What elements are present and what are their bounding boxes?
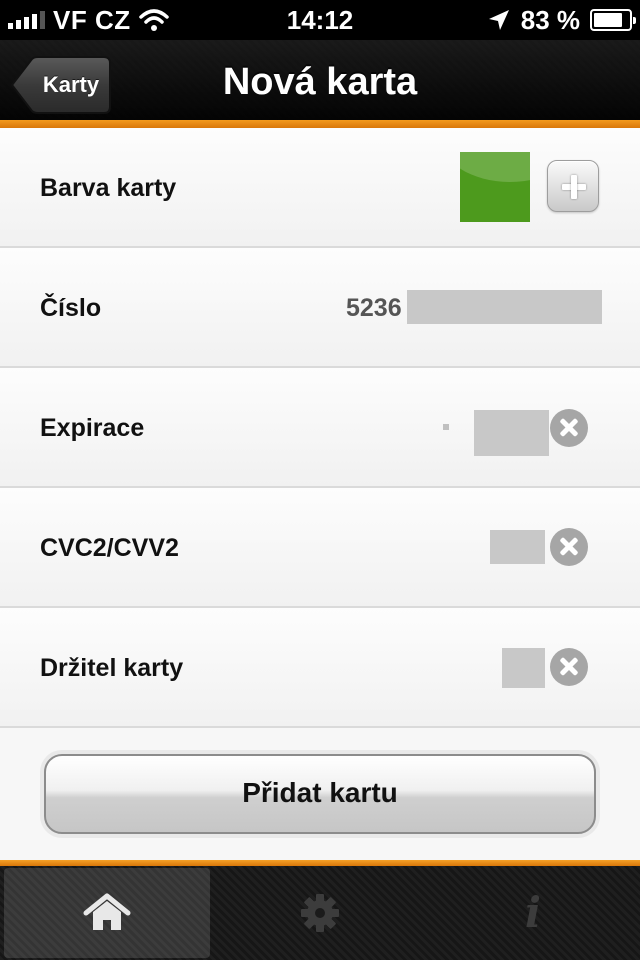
add-card-button[interactable]: Přidat kartu	[44, 754, 596, 834]
tab-info[interactable]: i	[430, 868, 636, 958]
expiry-separator	[443, 424, 449, 430]
home-icon	[83, 893, 131, 930]
add-color-button[interactable]	[547, 160, 599, 212]
gear-icon	[301, 894, 339, 932]
card-color-label: Barva karty	[40, 174, 177, 202]
holder-row[interactable]: Držitel karty	[0, 608, 640, 728]
status-right: 83 %	[487, 0, 636, 40]
status-bar: VF CZ 14:12 83 %	[0, 0, 640, 40]
add-card-button-wrap: Přidat kartu	[40, 750, 600, 838]
battery-percent: 83 %	[520, 4, 580, 35]
location-arrow-icon	[488, 10, 509, 30]
expiry-row[interactable]: Expirace	[0, 368, 640, 488]
cvc-label: CVC2/CVV2	[40, 534, 179, 562]
cvc-row[interactable]: CVC2/CVV2	[0, 488, 640, 608]
card-number-prefix: 5236	[346, 294, 402, 322]
card-form: Barva karty Číslo 5236 Expirace CVC2/CVV…	[0, 128, 640, 860]
navigation-bar: Karty Nová karta	[0, 40, 640, 128]
battery-fill	[594, 13, 623, 27]
nav-accent-stripe	[0, 120, 640, 128]
card-number-label: Číslo	[40, 294, 102, 322]
expiry-label: Expirace	[40, 414, 145, 442]
expiry-clear-icon[interactable]	[550, 409, 588, 447]
tab-bar: i	[0, 860, 640, 960]
page-title: Nová karta	[222, 61, 418, 103]
cvc-clear-icon[interactable]	[550, 528, 588, 566]
battery-icon	[590, 9, 636, 31]
expiry-redacted	[474, 410, 549, 456]
card-number-redacted	[407, 290, 602, 324]
holder-label: Držitel karty	[40, 654, 184, 682]
card-color-row: Barva karty	[0, 128, 640, 248]
tab-home[interactable]	[4, 868, 210, 958]
tab-settings[interactable]	[217, 868, 423, 958]
card-number-row[interactable]: Číslo 5236	[0, 248, 640, 368]
holder-redacted	[502, 648, 545, 688]
tab-accent-stripe	[0, 860, 640, 866]
cvc-redacted	[490, 530, 545, 564]
card-color-swatch[interactable]	[460, 152, 530, 222]
info-icon: i	[525, 888, 541, 937]
holder-clear-icon[interactable]	[550, 648, 588, 686]
